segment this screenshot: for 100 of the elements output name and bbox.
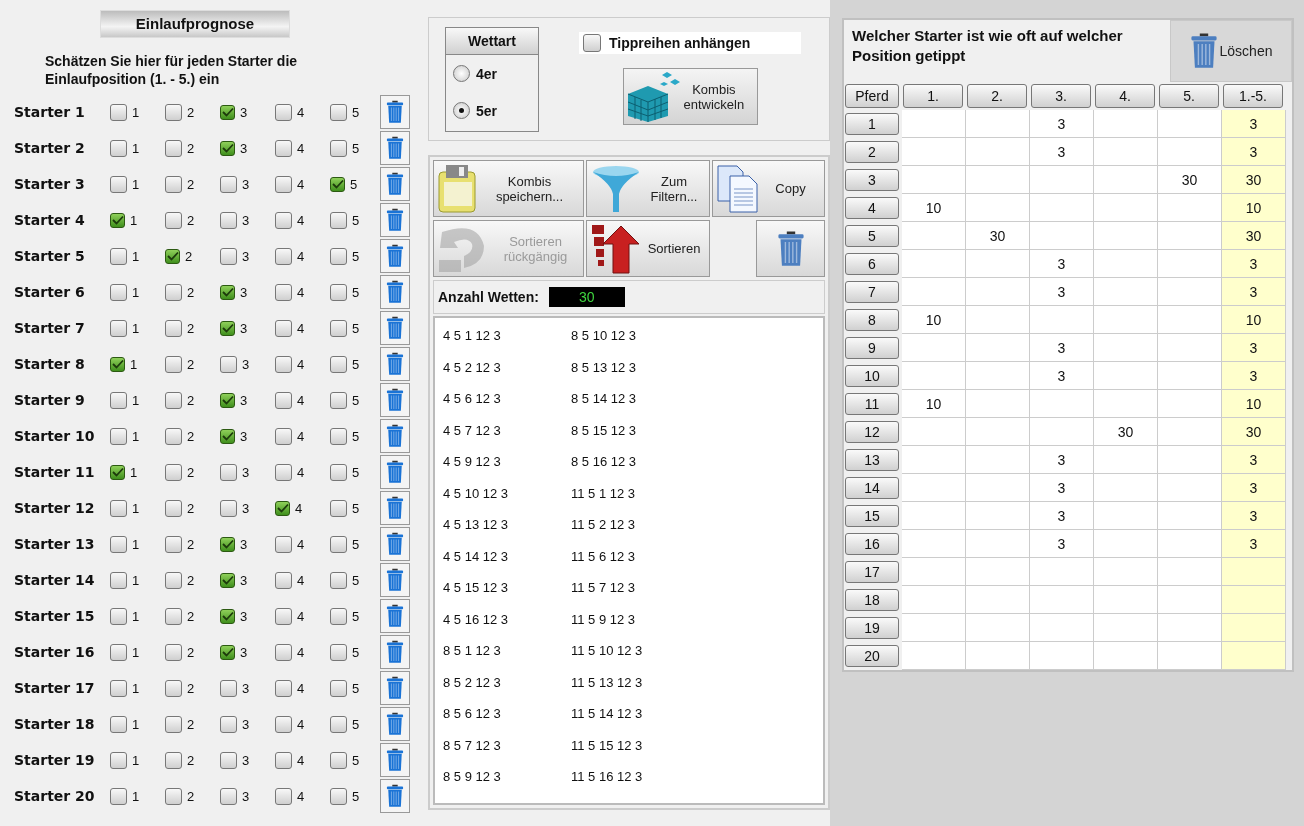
row-header[interactable]: 5 [845, 225, 899, 247]
combination-item[interactable]: 8 5 16 12 3 [571, 454, 637, 470]
checkbox[interactable] [275, 247, 292, 265]
checkbox[interactable] [220, 572, 235, 588]
column-header[interactable]: 5. [1159, 84, 1219, 108]
row-header[interactable]: 6 [845, 253, 899, 275]
checkbox[interactable] [165, 643, 182, 661]
checkbox[interactable] [275, 103, 292, 121]
checkbox[interactable] [330, 571, 347, 589]
combination-item[interactable]: 4 5 6 12 3 [443, 391, 501, 407]
toolbar-button[interactable]: Sortieren [586, 220, 710, 277]
combination-item[interactable]: 8 5 14 12 3 [571, 391, 637, 407]
checkbox[interactable] [330, 427, 347, 445]
checkbox[interactable] [275, 787, 292, 805]
row-header[interactable]: 18 [845, 589, 899, 611]
checkbox[interactable] [330, 103, 347, 121]
checkbox[interactable] [165, 211, 182, 229]
checkbox[interactable] [275, 643, 292, 661]
combination-item[interactable]: 11 5 6 12 3 [571, 548, 636, 564]
combination-item[interactable]: 11 5 16 12 3 [571, 769, 643, 785]
combination-item[interactable]: 4 5 1 12 3 [443, 328, 501, 344]
checkbox[interactable] [165, 607, 182, 625]
checkbox[interactable] [275, 571, 292, 589]
combination-item[interactable]: 11 5 9 12 3 [571, 611, 636, 627]
checkbox[interactable] [220, 320, 235, 336]
column-header[interactable]: 3. [1031, 84, 1091, 108]
row-header[interactable]: 7 [845, 281, 899, 303]
row-header[interactable]: 1 [845, 113, 899, 135]
checkbox[interactable] [330, 139, 347, 157]
checkbox[interactable] [165, 679, 182, 697]
column-header[interactable]: 1. [903, 84, 963, 108]
combination-item[interactable]: 4 5 13 12 3 [443, 517, 509, 533]
row-header[interactable]: 17 [845, 561, 899, 583]
checkbox[interactable] [110, 103, 127, 121]
checkbox[interactable] [110, 499, 127, 517]
combination-item[interactable]: 8 5 9 12 3 [443, 769, 501, 785]
clear-button[interactable] [380, 743, 410, 777]
checkbox[interactable] [275, 175, 292, 193]
checkbox[interactable] [275, 751, 292, 769]
combination-item[interactable]: 11 5 1 12 3 [571, 485, 636, 501]
checkbox[interactable] [330, 283, 347, 301]
checkbox[interactable] [110, 356, 125, 372]
clear-button[interactable] [380, 563, 410, 597]
toolbar-button[interactable]: Kombis speichern... [433, 160, 584, 217]
checkbox[interactable] [330, 355, 347, 373]
checkbox[interactable] [275, 607, 292, 625]
checkbox[interactable] [220, 247, 237, 265]
checkbox[interactable] [165, 175, 182, 193]
clear-button[interactable] [380, 311, 410, 345]
checkbox[interactable] [583, 34, 601, 52]
checkbox[interactable] [165, 751, 182, 769]
combination-item[interactable]: 8 5 2 12 3 [443, 674, 501, 690]
checkbox[interactable] [220, 715, 237, 733]
checkbox[interactable] [110, 643, 127, 661]
checkbox[interactable] [220, 392, 235, 408]
checkbox[interactable] [275, 355, 292, 373]
checkbox[interactable] [330, 463, 347, 481]
clear-button[interactable] [380, 167, 410, 201]
checkbox[interactable] [275, 319, 292, 337]
combination-item[interactable]: 4 5 9 12 3 [443, 454, 501, 470]
radio-button[interactable] [453, 65, 470, 82]
checkbox[interactable] [220, 284, 235, 300]
checkbox[interactable] [110, 283, 127, 301]
row-header[interactable]: 3 [845, 169, 899, 191]
combination-item[interactable]: 4 5 16 12 3 [443, 611, 509, 627]
row-header[interactable]: 12 [845, 421, 899, 443]
combination-item[interactable]: 11 5 14 12 3 [571, 706, 643, 722]
checkbox[interactable] [220, 499, 237, 517]
row-header[interactable]: 20 [845, 645, 899, 667]
checkbox[interactable] [220, 463, 237, 481]
clear-button[interactable] [380, 383, 410, 417]
checkbox[interactable] [220, 608, 235, 624]
checkbox[interactable] [110, 212, 125, 228]
clear-button[interactable] [380, 599, 410, 633]
clear-button[interactable] [380, 671, 410, 705]
checkbox[interactable] [165, 463, 182, 481]
row-header[interactable]: 10 [845, 365, 899, 387]
clear-button[interactable] [380, 455, 410, 489]
checkbox[interactable] [330, 247, 347, 265]
checkbox[interactable] [220, 355, 237, 373]
checkbox[interactable] [110, 715, 127, 733]
checkbox[interactable] [275, 283, 292, 301]
combination-item[interactable]: 4 5 2 12 3 [443, 359, 501, 375]
combination-item[interactable]: 4 5 10 12 3 [443, 485, 509, 501]
checkbox[interactable] [275, 139, 292, 157]
clear-button[interactable] [380, 635, 410, 669]
checkbox[interactable] [165, 391, 182, 409]
checkbox[interactable] [275, 535, 292, 553]
checkbox[interactable] [110, 139, 127, 157]
clear-button[interactable] [380, 131, 410, 165]
checkbox[interactable] [330, 607, 347, 625]
row-header[interactable]: 9 [845, 337, 899, 359]
checkbox[interactable] [330, 715, 347, 733]
column-header[interactable]: Pferd [845, 84, 899, 108]
toolbar-button[interactable]: Zum Filtern... [586, 160, 710, 217]
delete-button[interactable] [756, 220, 825, 277]
checkbox[interactable] [330, 499, 347, 517]
radio-button[interactable] [453, 102, 470, 119]
checkbox[interactable] [165, 787, 182, 805]
checkbox[interactable] [275, 463, 292, 481]
